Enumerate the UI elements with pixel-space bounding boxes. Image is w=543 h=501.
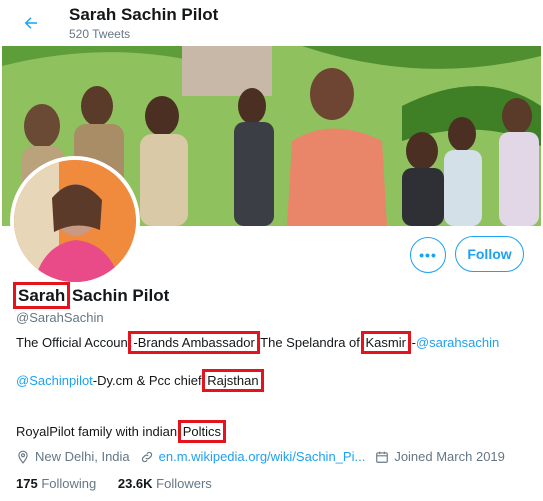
following-label: Following bbox=[37, 476, 97, 491]
bio-text: -Dy.cm & Pcc chief bbox=[92, 373, 206, 388]
avatar-image bbox=[14, 160, 136, 282]
bio-text: The Official Account bbox=[16, 335, 132, 350]
location-item: New Delhi, India bbox=[16, 449, 130, 464]
location-pin-icon bbox=[18, 450, 28, 464]
avatar-frame[interactable] bbox=[10, 156, 140, 286]
location-text: New Delhi, India bbox=[35, 449, 130, 464]
tweet-count: 520 Tweets bbox=[69, 27, 131, 41]
bio-line-3: RoyalPilot family with indian Poltics bbox=[16, 420, 227, 443]
profile-meta: New Delhi, India en.m.wikipedia.org/wiki… bbox=[16, 449, 515, 464]
bio-text: - bbox=[407, 335, 416, 350]
profile-stats: 175 Following 23.6K Followers bbox=[16, 476, 230, 491]
followers-count: 23.6K bbox=[117, 476, 153, 491]
highlighted-poltics: Poltics bbox=[177, 420, 227, 443]
profile-name-rest: Sachin Pilot bbox=[67, 286, 170, 305]
profile-handle: @SarahSachin bbox=[16, 310, 104, 325]
website-link[interactable]: en.m.wikipedia.org/wiki/Sachin_Pi... bbox=[159, 449, 366, 464]
mention-link-sarahsachin[interactable]: @sarahsachin bbox=[416, 335, 499, 350]
profile-name: Sarah Sachin Pilot bbox=[12, 282, 170, 309]
avatar bbox=[14, 160, 136, 282]
highlighted-rajsthan: Rajsthan bbox=[202, 369, 264, 392]
highlighted-first-name: Sarah bbox=[12, 282, 71, 309]
highlighted-brands-ambassador: -Brands Ambassador bbox=[128, 331, 260, 354]
followers-label: Followers bbox=[152, 476, 212, 491]
back-arrow-icon bbox=[24, 17, 37, 29]
link-icon bbox=[141, 451, 152, 462]
joined-item: Joined March 2019 bbox=[375, 449, 505, 464]
back-button[interactable] bbox=[18, 10, 44, 36]
header-profile-name: Sarah Sachin Pilot bbox=[69, 5, 219, 24]
follow-button[interactable]: Follow bbox=[455, 236, 524, 272]
following-count: 175 bbox=[16, 476, 38, 491]
joined-text: Joined March 2019 bbox=[394, 449, 505, 464]
highlighted-kasmir: Kasmir bbox=[360, 331, 411, 354]
bio-line-1: The Official Account -Brands Ambassador T… bbox=[16, 331, 499, 354]
more-options-button[interactable]: ••• bbox=[410, 237, 446, 273]
website-item[interactable]: en.m.wikipedia.org/wiki/Sachin_Pi... bbox=[140, 449, 366, 464]
following-stat[interactable]: 175 Following bbox=[16, 476, 96, 491]
bio-text: The Spelandra of bbox=[256, 335, 364, 350]
calendar-icon bbox=[376, 451, 389, 463]
bio-text: RoyalPilot family with indian bbox=[16, 424, 181, 439]
top-bar: Sarah Sachin Pilot 520 Tweets bbox=[0, 0, 543, 46]
bio-line-2: @Sachinpilot-Dy.cm & Pcc chief Rajsthan bbox=[16, 369, 264, 392]
mention-link-sachinpilot[interactable]: @Sachinpilot bbox=[16, 373, 93, 388]
followers-stat[interactable]: 23.6K Followers bbox=[118, 476, 212, 491]
